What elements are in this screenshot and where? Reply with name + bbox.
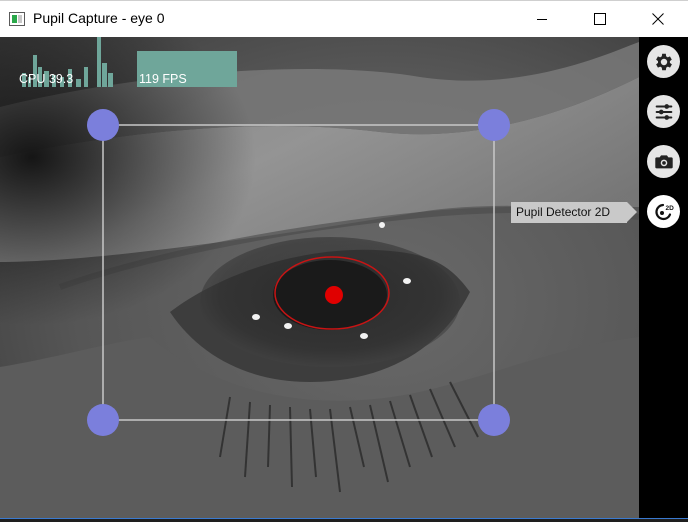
pupil-detector-2d-button[interactable]: 2D <box>647 195 680 228</box>
gear-icon <box>655 53 672 70</box>
settings-button[interactable] <box>647 45 680 78</box>
main-content: CPU 39.3 119 FPS Pupil Detector 2D 2D <box>0 37 688 518</box>
minimize-button[interactable] <box>519 1 565 37</box>
camera-button[interactable] <box>647 145 680 178</box>
pupil-center <box>325 286 343 304</box>
app-icon <box>9 12 25 26</box>
roi-handle-top-right[interactable] <box>478 109 510 141</box>
window-title: Pupil Capture - eye 0 <box>33 10 165 26</box>
close-icon <box>652 13 664 25</box>
maximize-icon <box>594 13 606 25</box>
sliders-icon <box>655 103 672 120</box>
eye-camera-view[interactable] <box>0 37 639 518</box>
roi-handle-top-left[interactable] <box>87 109 119 141</box>
camera-icon <box>654 154 673 168</box>
title-bar[interactable]: Pupil Capture - eye 0 <box>0 0 688 37</box>
pupil-detector-2d-icon: 2D <box>654 203 674 220</box>
window-bottom-border <box>0 518 688 522</box>
minimize-icon <box>537 19 547 20</box>
roi-handle-bottom-left[interactable] <box>87 404 119 436</box>
roi-handle-bottom-right[interactable] <box>478 404 510 436</box>
close-button[interactable] <box>635 1 681 37</box>
plugin-manager-button[interactable] <box>647 95 680 128</box>
maximize-button[interactable] <box>577 1 623 37</box>
cpu-label: CPU 39.3 <box>19 72 74 86</box>
fps-label: 119 FPS <box>139 72 187 86</box>
pupil-detector-tooltip: Pupil Detector 2D <box>511 202 637 223</box>
icon-sidebar: 2D <box>639 37 688 518</box>
svg-text:2D: 2D <box>665 205 674 212</box>
